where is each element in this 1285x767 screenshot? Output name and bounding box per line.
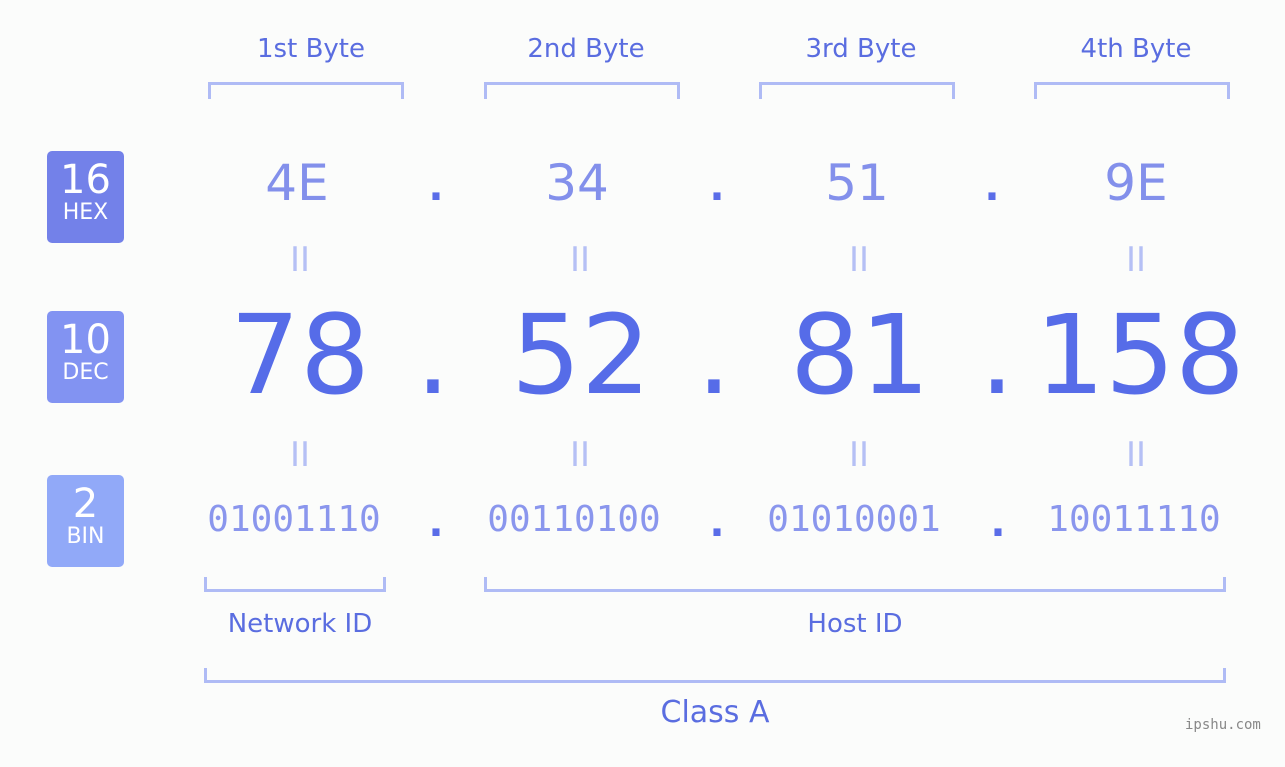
dec-base-number: 10 — [60, 317, 111, 363]
equals-sign: II — [569, 240, 591, 280]
equals-sign: II — [289, 435, 311, 475]
hex-byte-1: 4E — [265, 154, 329, 212]
dec-byte-3: 81 — [790, 291, 930, 419]
bin-byte-1: 01001110 — [207, 499, 381, 540]
byte-header-3: 3rd Byte — [805, 34, 917, 64]
equals-sign: II — [1125, 240, 1147, 280]
byte-header-1: 1st Byte — [257, 34, 365, 64]
class-label: Class A — [660, 695, 770, 730]
byte-header-4: 4th Byte — [1080, 34, 1192, 64]
hex-byte-3: 51 — [825, 154, 889, 212]
watermark: ipshu.com — [1185, 717, 1261, 733]
equals-sign: II — [848, 240, 870, 280]
byte-bracket-3 — [759, 82, 955, 99]
equals-sign: II — [848, 435, 870, 475]
hex-separator: . — [709, 164, 725, 210]
hex-separator: . — [428, 164, 444, 210]
bin-separator: . — [709, 500, 725, 546]
byte-header-2: 2nd Byte — [527, 34, 645, 64]
network-id-bracket — [204, 577, 386, 592]
bin-byte-2: 00110100 — [487, 499, 661, 540]
network-id-label: Network ID — [227, 609, 373, 639]
host-id-bracket — [484, 577, 1226, 592]
dec-byte-1: 78 — [230, 291, 370, 419]
hex-byte-4: 9E — [1104, 154, 1168, 212]
bin-badge: 2 BIN — [47, 475, 124, 567]
dec-byte-4: 158 — [1035, 291, 1245, 419]
bin-base-label: BIN — [66, 524, 105, 549]
byte-bracket-2 — [484, 82, 680, 99]
dec-separator: . — [415, 291, 451, 419]
hex-base-label: HEX — [62, 200, 109, 225]
bin-base-number: 2 — [72, 481, 99, 527]
hex-base-number: 16 — [60, 157, 111, 203]
dec-base-label: DEC — [62, 360, 109, 385]
class-bracket — [204, 668, 1226, 683]
equals-sign: II — [569, 435, 591, 475]
dec-separator: . — [979, 291, 1015, 419]
bin-separator: . — [990, 500, 1006, 546]
dec-badge: 10 DEC — [47, 311, 124, 403]
hex-badge: 16 HEX — [47, 151, 124, 243]
equals-sign: II — [289, 240, 311, 280]
hex-separator: . — [984, 164, 1000, 210]
bin-separator: . — [428, 500, 444, 546]
byte-bracket-4 — [1034, 82, 1230, 99]
bin-byte-3: 01010001 — [767, 499, 941, 540]
dec-byte-2: 52 — [511, 291, 651, 419]
equals-sign: II — [1125, 435, 1147, 475]
dec-separator: . — [696, 291, 732, 419]
bin-byte-4: 10011110 — [1047, 499, 1221, 540]
byte-bracket-1 — [208, 82, 404, 99]
host-id-label: Host ID — [807, 609, 903, 639]
hex-byte-2: 34 — [545, 154, 609, 212]
